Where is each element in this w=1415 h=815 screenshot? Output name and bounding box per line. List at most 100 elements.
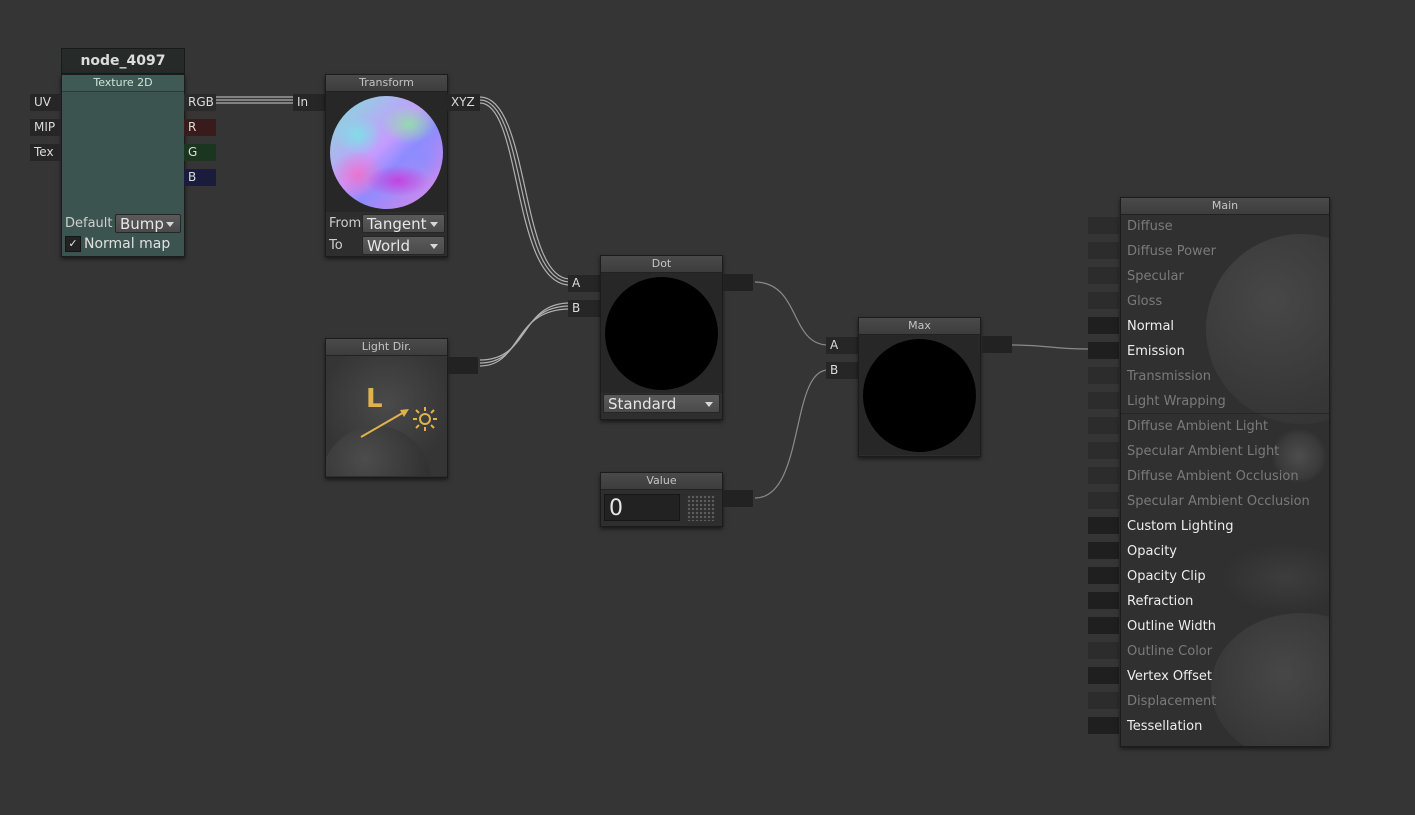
preview-area bbox=[859, 335, 980, 455]
main-input-vertex-offset[interactable]: Vertex Offset bbox=[1121, 664, 1329, 689]
output-port-light-dir[interactable] bbox=[448, 357, 478, 374]
main-input-port-emission[interactable] bbox=[1088, 342, 1119, 359]
chevron-down-icon bbox=[705, 402, 713, 407]
main-input-gloss[interactable]: Gloss bbox=[1121, 289, 1329, 314]
input-port-b[interactable]: B bbox=[826, 362, 858, 379]
chevron-down-icon bbox=[166, 222, 174, 227]
main-input-port-outline-width[interactable] bbox=[1088, 617, 1119, 634]
input-port-b[interactable]: B bbox=[568, 300, 600, 317]
main-input-specular[interactable]: Specular bbox=[1121, 264, 1329, 289]
normal-map-checkbox[interactable]: ✓ bbox=[65, 236, 81, 252]
drag-handle-icon[interactable] bbox=[687, 495, 715, 521]
main-input-tessellation[interactable]: Tessellation bbox=[1121, 714, 1329, 739]
main-input-port-normal[interactable] bbox=[1088, 317, 1119, 334]
node-title: Value bbox=[601, 473, 722, 490]
main-input-port-tessellation[interactable] bbox=[1088, 717, 1119, 734]
main-input-diffuse-ambient-occlusion[interactable]: Diffuse Ambient Occlusion bbox=[1121, 464, 1329, 489]
main-input-opacity[interactable]: Opacity bbox=[1121, 539, 1329, 564]
main-input-light-wrapping[interactable]: Light Wrapping bbox=[1121, 389, 1329, 414]
preview-area bbox=[601, 273, 722, 393]
wire-value-to-max-b bbox=[754, 369, 829, 499]
light-dir-body[interactable]: Light Dir. L bbox=[325, 338, 448, 478]
output-port-g[interactable]: G bbox=[184, 144, 216, 161]
output-port-xyz[interactable]: XYZ bbox=[447, 94, 480, 111]
input-port-uv[interactable]: UV bbox=[30, 94, 61, 111]
texture2d-body[interactable]: Texture 2D Default Bump ✓ Normal map bbox=[61, 74, 185, 257]
node-name-label[interactable]: node_4097 bbox=[61, 48, 185, 74]
preview-sphere bbox=[605, 277, 718, 390]
main-input-transmission[interactable]: Transmission bbox=[1121, 364, 1329, 389]
transform-body[interactable]: Transform From Tangent To World bbox=[325, 74, 448, 257]
main-input-port-diffuse[interactable] bbox=[1088, 217, 1119, 234]
main-input-port-outline-color[interactable] bbox=[1088, 642, 1119, 659]
node-title: Light Dir. bbox=[326, 339, 447, 356]
main-input-specular-ambient-occlusion[interactable]: Specular Ambient Occlusion bbox=[1121, 489, 1329, 514]
preview-area: L bbox=[326, 356, 447, 476]
node-title: Texture 2D bbox=[62, 75, 184, 92]
checkmark-icon: ✓ bbox=[68, 237, 78, 250]
main-input-specular-ambient-light[interactable]: Specular Ambient Light bbox=[1121, 439, 1329, 464]
dot-mode-dropdown[interactable]: Standard bbox=[603, 394, 720, 413]
main-input-port-diffuse-ambient-light[interactable] bbox=[1088, 417, 1119, 434]
main-input-emission[interactable]: Emission bbox=[1121, 339, 1329, 364]
from-dropdown[interactable]: Tangent bbox=[362, 214, 445, 233]
main-input-diffuse[interactable]: Diffuse bbox=[1121, 214, 1329, 239]
input-port-mip[interactable]: MIP bbox=[30, 119, 61, 136]
main-input-port-diffuse-power[interactable] bbox=[1088, 242, 1119, 259]
output-port-dot[interactable] bbox=[723, 274, 753, 291]
main-body[interactable]: Main Diffuse Diffuse Power Specular Gloss No… bbox=[1120, 197, 1330, 747]
output-port-r[interactable]: R bbox=[184, 119, 216, 136]
main-input-port-custom-lighting[interactable] bbox=[1088, 517, 1119, 534]
input-port-tex[interactable]: Tex bbox=[30, 144, 61, 161]
preview-area bbox=[326, 92, 447, 212]
main-input-opacity-clip[interactable]: Opacity Clip bbox=[1121, 564, 1329, 589]
input-port-a[interactable]: A bbox=[826, 337, 858, 354]
main-input-custom-lighting[interactable]: Custom Lighting bbox=[1121, 514, 1329, 539]
main-input-port-light-wrapping[interactable] bbox=[1088, 392, 1119, 409]
node-title: Max bbox=[859, 318, 980, 335]
output-port-rgb[interactable]: RGB bbox=[184, 94, 216, 111]
main-input-port-displacement[interactable] bbox=[1088, 692, 1119, 709]
main-input-port-diffuse-ambient-occlusion[interactable] bbox=[1088, 467, 1119, 484]
to-dropdown[interactable]: World bbox=[362, 236, 445, 255]
main-input-displacement[interactable]: Displacement bbox=[1121, 689, 1329, 714]
output-port-max[interactable] bbox=[982, 336, 1012, 353]
main-input-port-specular[interactable] bbox=[1088, 267, 1119, 284]
main-input-port-vertex-offset[interactable] bbox=[1088, 667, 1119, 684]
normal-map-label: Normal map bbox=[84, 236, 171, 252]
main-input-outline-width[interactable]: Outline Width bbox=[1121, 614, 1329, 639]
default-label: Default bbox=[65, 216, 113, 231]
main-input-normal[interactable]: Normal bbox=[1121, 314, 1329, 339]
output-port-b[interactable]: B bbox=[184, 169, 216, 186]
input-port-in[interactable]: In bbox=[293, 94, 325, 111]
main-input-refraction[interactable]: Refraction bbox=[1121, 589, 1329, 614]
main-input-port-opacity[interactable] bbox=[1088, 542, 1119, 559]
sun-icon bbox=[413, 407, 437, 431]
dot-body[interactable]: Dot Standard bbox=[600, 255, 723, 420]
to-value: World bbox=[367, 237, 410, 255]
value-input[interactable]: 0 bbox=[604, 494, 680, 521]
node-title: Main bbox=[1121, 198, 1329, 215]
main-input-port-specular-ambient-occlusion[interactable] bbox=[1088, 492, 1119, 509]
to-label: To bbox=[329, 238, 343, 253]
max-body[interactable]: Max bbox=[858, 317, 981, 457]
dot-mode-value: Standard bbox=[608, 395, 677, 413]
main-input-outline-color[interactable]: Outline Color bbox=[1121, 639, 1329, 664]
from-label: From bbox=[329, 216, 362, 231]
main-input-port-gloss[interactable] bbox=[1088, 292, 1119, 309]
value-body[interactable]: Value 0 bbox=[600, 472, 723, 527]
wire-max-to-emission bbox=[1011, 344, 1089, 350]
main-input-port-opacity-clip[interactable] bbox=[1088, 567, 1119, 584]
default-dropdown[interactable]: Bump bbox=[115, 214, 181, 233]
main-input-port-refraction[interactable] bbox=[1088, 592, 1119, 609]
main-input-port-specular-ambient-light[interactable] bbox=[1088, 442, 1119, 459]
light-direction-arrow-icon bbox=[360, 409, 409, 438]
main-input-diffuse-ambient-light[interactable]: Diffuse Ambient Light bbox=[1121, 414, 1329, 439]
main-input-port-transmission[interactable] bbox=[1088, 367, 1119, 384]
preview-sphere bbox=[863, 339, 976, 452]
output-port-value[interactable] bbox=[723, 490, 753, 507]
node-title: Dot bbox=[601, 256, 722, 273]
main-input-diffuse-power[interactable]: Diffuse Power bbox=[1121, 239, 1329, 264]
chevron-down-icon bbox=[430, 222, 438, 227]
input-port-a[interactable]: A bbox=[568, 275, 600, 292]
